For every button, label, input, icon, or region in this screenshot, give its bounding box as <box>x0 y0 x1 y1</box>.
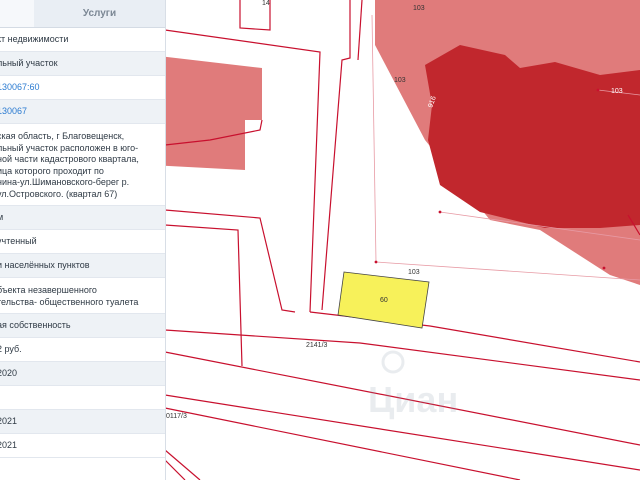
detail-text: льный участок <box>0 58 58 68</box>
row-cadastral-number[interactable]: 130067:60 <box>0 76 165 100</box>
parcel-label-103-bottom: 103 <box>408 269 420 276</box>
detail-text: 2020 <box>0 368 18 378</box>
row-status: учтенный <box>0 230 165 254</box>
detail-text: и населённых пунктов <box>0 260 90 270</box>
detail-text: ица которого проходит по <box>0 165 104 176</box>
parcel-label-103-left: 103 <box>394 77 406 84</box>
watermark-text: Циан <box>368 379 458 420</box>
detail-text: ул.Островского. (квартал 67) <box>0 188 118 199</box>
row-permitted-use: бъекта незавершенного тельства- обществен… <box>0 278 165 314</box>
property-details: кт недвижимости льный участок 130067:60 130… <box>0 28 165 458</box>
info-panel[interactable]: Услуги кт недвижимости льный участок 13006… <box>0 0 166 480</box>
row-cadastral-value: 2 руб. <box>0 338 165 362</box>
detail-text: нина-ул.Шимановского-берег р. <box>0 177 130 187</box>
detail-text: м <box>0 212 3 224</box>
vertex-4 <box>596 88 600 92</box>
row-empty <box>0 386 165 410</box>
parcel-label-103-top: 103 <box>413 5 425 12</box>
row-address: ская область, г Благовещенск, льный участ… <box>0 124 165 206</box>
detail-text: ская область, г Благовещенск, <box>0 131 125 141</box>
row-registration-date: 2021 <box>0 410 165 434</box>
parcel-label-0117: 0117/3 <box>166 413 187 420</box>
detail-text[interactable]: 130067:60 <box>0 82 40 94</box>
detail-text: кт недвижимости <box>0 34 69 44</box>
tab-info[interactable] <box>0 0 34 27</box>
detail-text: 2021 <box>0 440 18 450</box>
detail-text: тельства- общественного туалета <box>0 296 139 307</box>
row-cadastral-quarter[interactable]: 130067 <box>0 100 165 124</box>
parcel-label-14a: 14 <box>262 0 270 7</box>
parcel-label-103-right: 103 <box>611 88 623 95</box>
detail-text: 2021 <box>0 416 18 426</box>
vertex-3 <box>602 266 606 270</box>
parcel-label-2141: 2141/3 <box>306 342 328 349</box>
row-land-category: и населённых пунктов <box>0 254 165 278</box>
detail-text: ной части кадастрового квартала, <box>0 154 139 164</box>
row-area: м <box>0 206 165 230</box>
row-object-type: кт недвижимости <box>0 28 165 52</box>
row-object-kind: льный участок <box>0 52 165 76</box>
tab-services[interactable]: Услуги <box>34 0 165 27</box>
row-value-date: 2020 <box>0 362 165 386</box>
detail-text[interactable]: 130067 <box>0 106 27 118</box>
row-update-date: 2021 <box>0 434 165 458</box>
detail-text: 2 руб. <box>0 344 22 354</box>
selected-parcel-label: 60 <box>380 297 388 304</box>
vertex-1 <box>374 260 378 264</box>
detail-text: ая собственность <box>0 320 71 330</box>
vertex-2 <box>438 210 442 214</box>
detail-text: учтенный <box>0 236 37 246</box>
detail-text: бъекта незавершенного <box>0 285 97 295</box>
detail-text: льный участок расположен в юго- <box>0 142 139 153</box>
row-ownership: ая собственность <box>0 314 165 338</box>
panel-tabs: Услуги <box>0 0 165 28</box>
